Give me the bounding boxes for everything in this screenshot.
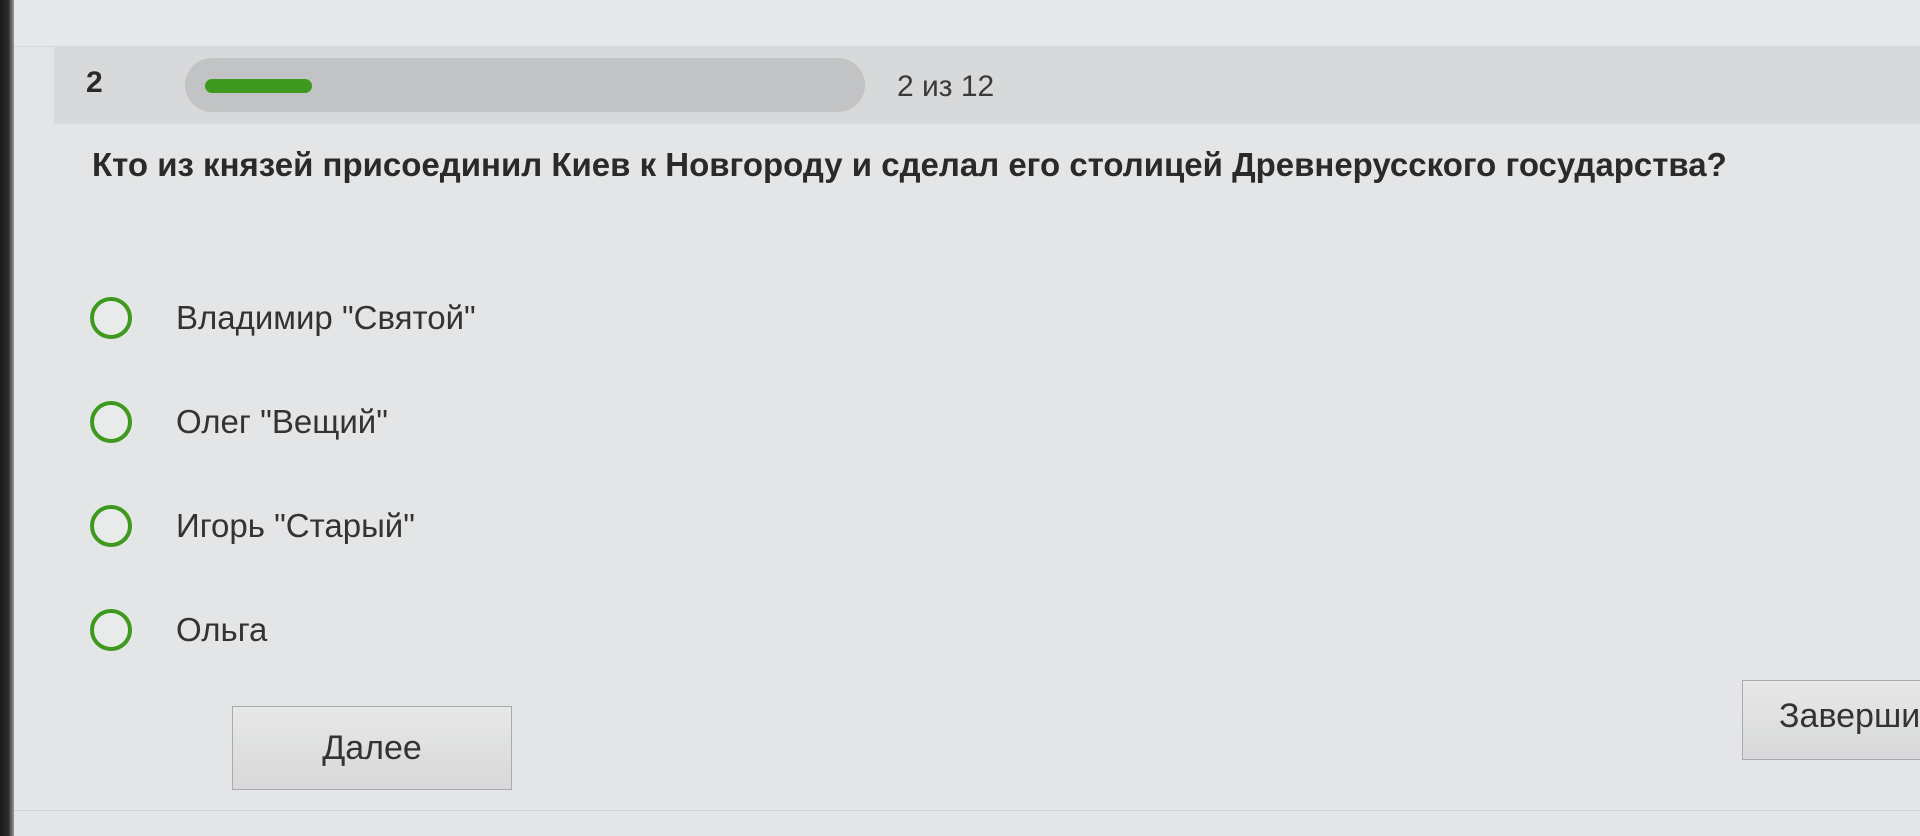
radio-button[interactable] <box>90 297 132 339</box>
screen-bezel <box>0 0 14 836</box>
question-number: 2 <box>86 66 103 99</box>
finish-button[interactable]: Заверши <box>1742 680 1920 760</box>
answer-option[interactable]: Владимир "Святой" <box>90 266 476 370</box>
answer-options: Владимир "Святой" Олег "Вещий" Игорь "Ст… <box>90 266 476 682</box>
answer-option[interactable]: Олег "Вещий" <box>90 370 476 474</box>
quiz-header: 2 2 из 12 <box>54 46 1920 124</box>
next-button[interactable]: Далее <box>232 706 512 790</box>
answer-option[interactable]: Ольга <box>90 578 476 682</box>
question-text: Кто из князей присоединил Киев к Новгоро… <box>92 146 1727 183</box>
answer-option[interactable]: Игорь "Старый" <box>90 474 476 578</box>
answer-option-label: Олег "Вещий" <box>176 403 388 440</box>
radio-button[interactable] <box>90 401 132 443</box>
top-bar <box>14 0 1920 47</box>
progress-bar <box>185 58 865 112</box>
progress-counter: 2 из 12 <box>897 70 995 103</box>
answer-option-label: Игорь "Старый" <box>176 507 415 544</box>
answer-option-label: Владимир "Святой" <box>176 299 476 336</box>
radio-button[interactable] <box>90 609 132 651</box>
radio-button[interactable] <box>90 505 132 547</box>
divider <box>14 810 1920 811</box>
progress-bar-fill <box>205 79 312 93</box>
answer-option-label: Ольга <box>176 611 268 648</box>
